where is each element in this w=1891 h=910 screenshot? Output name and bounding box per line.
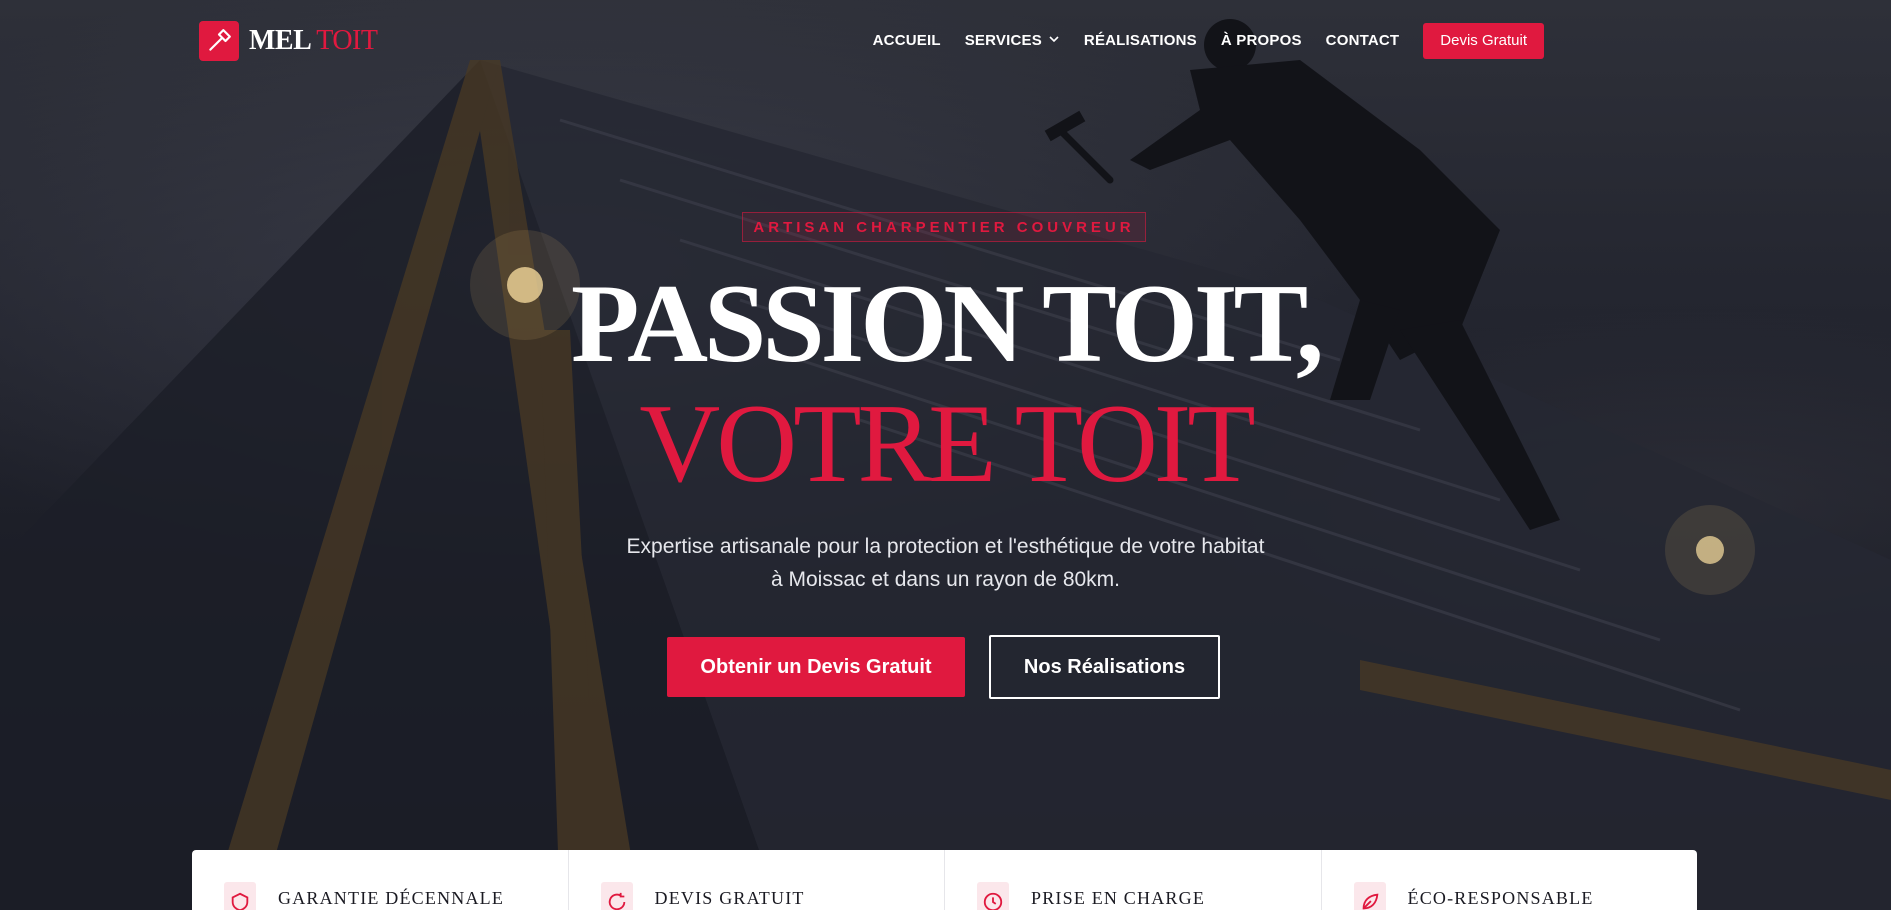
hero-lead-line1: Expertise artisanale pour la protection …: [626, 535, 1265, 558]
hero-title-line1: PASSION TOIT,: [571, 262, 1324, 386]
feature-item: DEVIS GRATUIT: [569, 850, 945, 910]
nav-item-services-label: SERVICES: [964, 32, 1042, 49]
feature-title: ÉCO-RESPONSABLE: [1407, 888, 1594, 908]
main-nav: ACCUEIL SERVICES RÉALISATIONS À PROPOS C…: [873, 22, 1544, 59]
site-logo[interactable]: MEL TOIT: [199, 21, 378, 61]
nav-quote-button[interactable]: Devis Gratuit: [1423, 22, 1544, 59]
hero-title-line2: VOTRE TOIT: [639, 382, 1255, 506]
feature-item: GARANTIE DÉCENNALE: [192, 850, 569, 910]
nav-item-services[interactable]: SERVICES: [965, 22, 1060, 59]
logo-wordmark: MEL TOIT: [249, 25, 378, 57]
leaf-icon: [1353, 882, 1386, 910]
clock-icon: [977, 882, 1009, 910]
hammer-icon: [199, 21, 239, 61]
features-strip: GARANTIE DÉCENNALE DEVIS GRATUIT PRISE E…: [192, 850, 1697, 910]
hero-lead-line2: à Moissac et dans un rayon de 80km.: [770, 568, 1121, 591]
logo-text-main: MEL: [249, 25, 310, 56]
nav-item-a-propos[interactable]: À PROPOS: [1221, 22, 1302, 59]
shield-icon: [224, 882, 256, 910]
get-quote-button[interactable]: Obtenir un Devis Gratuit: [667, 637, 965, 697]
nav-item-contact[interactable]: CONTACT: [1326, 22, 1400, 59]
realisations-button[interactable]: Nos Réalisations: [989, 635, 1220, 699]
chevron-down-icon: [1048, 32, 1060, 49]
feature-title: PRISE EN CHARGE: [1031, 888, 1206, 908]
nav-item-accueil[interactable]: ACCUEIL: [873, 22, 941, 59]
hero-lead: Expertise artisanale pour la protection …: [0, 530, 1891, 596]
feature-title: DEVIS GRATUIT: [654, 888, 805, 908]
feature-item: PRISE EN CHARGE: [945, 850, 1322, 910]
hero-eyebrow: ARTISAN CHARPENTIER COUVREUR: [742, 212, 1146, 242]
feature-item: ÉCO-RESPONSABLE: [1322, 850, 1698, 910]
site-header: MEL TOIT ACCUEIL SERVICES RÉALISATIONS À…: [0, 0, 1891, 82]
nav-item-realisations[interactable]: RÉALISATIONS: [1084, 22, 1197, 59]
refresh-icon: [600, 882, 633, 910]
feature-title: GARANTIE DÉCENNALE: [278, 888, 505, 908]
logo-text-accent: TOIT: [316, 25, 378, 56]
